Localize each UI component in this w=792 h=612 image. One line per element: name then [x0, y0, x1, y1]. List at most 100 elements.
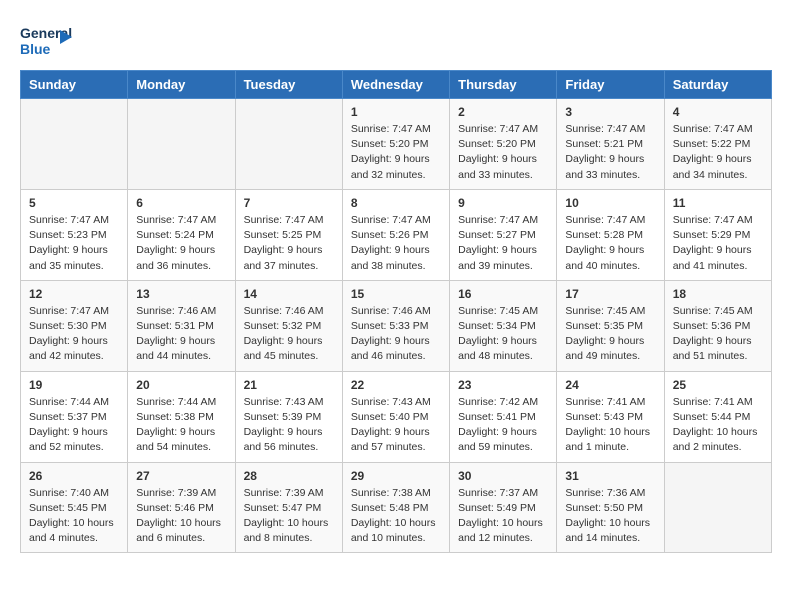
day-number: 10: [565, 196, 655, 210]
day-info: Sunrise: 7:40 AM Sunset: 5:45 PM Dayligh…: [29, 486, 119, 547]
weekday-tuesday: Tuesday: [235, 71, 342, 99]
day-number: 3: [565, 105, 655, 119]
day-info: Sunrise: 7:38 AM Sunset: 5:48 PM Dayligh…: [351, 486, 441, 547]
calendar-cell: 12 Sunrise: 7:47 AM Sunset: 5:30 PM Dayli…: [21, 280, 128, 371]
day-info: Sunrise: 7:45 AM Sunset: 5:35 PM Dayligh…: [565, 304, 655, 365]
day-number: 8: [351, 196, 441, 210]
calendar-cell: 1Sunrise: 7:47 AM Sunset: 5:20 PM Daylig…: [342, 99, 449, 190]
day-info: Sunrise: 7:37 AM Sunset: 5:49 PM Dayligh…: [458, 486, 548, 547]
day-info: Sunrise: 7:44 AM Sunset: 5:37 PM Dayligh…: [29, 395, 119, 456]
day-number: 13: [136, 287, 226, 301]
logo: GeneralBlue: [20, 20, 75, 60]
day-number: 21: [244, 378, 334, 392]
calendar-cell: 5Sunrise: 7:47 AM Sunset: 5:23 PM Daylig…: [21, 189, 128, 280]
day-info: Sunrise: 7:46 AM Sunset: 5:32 PM Dayligh…: [244, 304, 334, 365]
day-number: 14: [244, 287, 334, 301]
day-number: 7: [244, 196, 334, 210]
calendar-cell: 23 Sunrise: 7:42 AM Sunset: 5:41 PM Dayli…: [450, 371, 557, 462]
page-header: GeneralBlue: [20, 20, 772, 60]
day-info: Sunrise: 7:47 AM Sunset: 5:23 PM Dayligh…: [29, 213, 119, 274]
calendar-body: 1Sunrise: 7:47 AM Sunset: 5:20 PM Daylig…: [21, 99, 772, 553]
weekday-header-row: SundayMondayTuesdayWednesdayThursdayFrid…: [21, 71, 772, 99]
calendar-cell: 16 Sunrise: 7:45 AM Sunset: 5:34 PM Dayli…: [450, 280, 557, 371]
calendar-cell: 15Sunrise: 7:46 AM Sunset: 5:33 PM Dayli…: [342, 280, 449, 371]
logo-svg: GeneralBlue: [20, 20, 75, 60]
calendar-cell: 9 Sunrise: 7:47 AM Sunset: 5:27 PM Daylig…: [450, 189, 557, 280]
day-number: 20: [136, 378, 226, 392]
day-number: 25: [673, 378, 763, 392]
calendar-cell: 26 Sunrise: 7:40 AM Sunset: 5:45 PM Dayli…: [21, 462, 128, 553]
weekday-monday: Monday: [128, 71, 235, 99]
day-info: Sunrise: 7:46 AM Sunset: 5:33 PM Dayligh…: [351, 304, 441, 365]
day-info: Sunrise: 7:39 AM Sunset: 5:46 PM Dayligh…: [136, 486, 226, 547]
svg-text:Blue: Blue: [20, 41, 51, 57]
day-info: Sunrise: 7:47 AM Sunset: 5:20 PM Dayligh…: [351, 122, 441, 183]
day-info: Sunrise: 7:41 AM Sunset: 5:43 PM Dayligh…: [565, 395, 655, 456]
calendar-cell: 8 Sunrise: 7:47 AM Sunset: 5:26 PM Daylig…: [342, 189, 449, 280]
day-number: 4: [673, 105, 763, 119]
day-info: Sunrise: 7:43 AM Sunset: 5:40 PM Dayligh…: [351, 395, 441, 456]
day-info: Sunrise: 7:46 AM Sunset: 5:31 PM Dayligh…: [136, 304, 226, 365]
calendar-cell: 27 Sunrise: 7:39 AM Sunset: 5:46 PM Dayli…: [128, 462, 235, 553]
week-row-1: 1Sunrise: 7:47 AM Sunset: 5:20 PM Daylig…: [21, 99, 772, 190]
weekday-thursday: Thursday: [450, 71, 557, 99]
weekday-friday: Friday: [557, 71, 664, 99]
calendar-cell: [235, 99, 342, 190]
day-info: Sunrise: 7:47 AM Sunset: 5:27 PM Dayligh…: [458, 213, 548, 274]
calendar-cell: 4 Sunrise: 7:47 AM Sunset: 5:22 PM Daylig…: [664, 99, 771, 190]
calendar-cell: 14 Sunrise: 7:46 AM Sunset: 5:32 PM Dayli…: [235, 280, 342, 371]
weekday-wednesday: Wednesday: [342, 71, 449, 99]
calendar-cell: 2Sunrise: 7:47 AM Sunset: 5:20 PM Daylig…: [450, 99, 557, 190]
day-info: Sunrise: 7:45 AM Sunset: 5:34 PM Dayligh…: [458, 304, 548, 365]
calendar-cell: 17Sunrise: 7:45 AM Sunset: 5:35 PM Dayli…: [557, 280, 664, 371]
day-number: 22: [351, 378, 441, 392]
day-info: Sunrise: 7:42 AM Sunset: 5:41 PM Dayligh…: [458, 395, 548, 456]
calendar-cell: 3 Sunrise: 7:47 AM Sunset: 5:21 PM Daylig…: [557, 99, 664, 190]
calendar-cell: [21, 99, 128, 190]
day-info: Sunrise: 7:47 AM Sunset: 5:29 PM Dayligh…: [673, 213, 763, 274]
day-info: Sunrise: 7:47 AM Sunset: 5:26 PM Dayligh…: [351, 213, 441, 274]
day-number: 23: [458, 378, 548, 392]
day-info: Sunrise: 7:39 AM Sunset: 5:47 PM Dayligh…: [244, 486, 334, 547]
weekday-sunday: Sunday: [21, 71, 128, 99]
day-number: 27: [136, 469, 226, 483]
calendar-table: SundayMondayTuesdayWednesdayThursdayFrid…: [20, 70, 772, 553]
day-info: Sunrise: 7:47 AM Sunset: 5:24 PM Dayligh…: [136, 213, 226, 274]
day-number: 11: [673, 196, 763, 210]
calendar-cell: 25 Sunrise: 7:41 AM Sunset: 5:44 PM Dayli…: [664, 371, 771, 462]
week-row-5: 26 Sunrise: 7:40 AM Sunset: 5:45 PM Dayli…: [21, 462, 772, 553]
calendar-cell: 20 Sunrise: 7:44 AM Sunset: 5:38 PM Dayli…: [128, 371, 235, 462]
calendar-cell: 11 Sunrise: 7:47 AM Sunset: 5:29 PM Dayli…: [664, 189, 771, 280]
day-number: 26: [29, 469, 119, 483]
day-number: 31: [565, 469, 655, 483]
day-info: Sunrise: 7:47 AM Sunset: 5:30 PM Dayligh…: [29, 304, 119, 365]
day-number: 9: [458, 196, 548, 210]
week-row-4: 19Sunrise: 7:44 AM Sunset: 5:37 PM Dayli…: [21, 371, 772, 462]
calendar-cell: 29 Sunrise: 7:38 AM Sunset: 5:48 PM Dayli…: [342, 462, 449, 553]
day-info: Sunrise: 7:47 AM Sunset: 5:21 PM Dayligh…: [565, 122, 655, 183]
calendar-cell: 7Sunrise: 7:47 AM Sunset: 5:25 PM Daylig…: [235, 189, 342, 280]
day-info: Sunrise: 7:41 AM Sunset: 5:44 PM Dayligh…: [673, 395, 763, 456]
day-number: 6: [136, 196, 226, 210]
day-info: Sunrise: 7:44 AM Sunset: 5:38 PM Dayligh…: [136, 395, 226, 456]
week-row-2: 5Sunrise: 7:47 AM Sunset: 5:23 PM Daylig…: [21, 189, 772, 280]
day-info: Sunrise: 7:47 AM Sunset: 5:20 PM Dayligh…: [458, 122, 548, 183]
day-info: Sunrise: 7:47 AM Sunset: 5:22 PM Dayligh…: [673, 122, 763, 183]
calendar-cell: 19Sunrise: 7:44 AM Sunset: 5:37 PM Dayli…: [21, 371, 128, 462]
day-info: Sunrise: 7:43 AM Sunset: 5:39 PM Dayligh…: [244, 395, 334, 456]
weekday-saturday: Saturday: [664, 71, 771, 99]
calendar-cell: 30 Sunrise: 7:37 AM Sunset: 5:49 PM Dayli…: [450, 462, 557, 553]
day-number: 29: [351, 469, 441, 483]
day-number: 30: [458, 469, 548, 483]
calendar-cell: 22 Sunrise: 7:43 AM Sunset: 5:40 PM Dayli…: [342, 371, 449, 462]
day-number: 16: [458, 287, 548, 301]
day-info: Sunrise: 7:36 AM Sunset: 5:50 PM Dayligh…: [565, 486, 655, 547]
calendar-cell: 31 Sunrise: 7:36 AM Sunset: 5:50 PM Dayli…: [557, 462, 664, 553]
day-number: 12: [29, 287, 119, 301]
calendar-cell: 6 Sunrise: 7:47 AM Sunset: 5:24 PM Daylig…: [128, 189, 235, 280]
calendar-cell: 28Sunrise: 7:39 AM Sunset: 5:47 PM Dayli…: [235, 462, 342, 553]
calendar-cell: 24Sunrise: 7:41 AM Sunset: 5:43 PM Dayli…: [557, 371, 664, 462]
day-info: Sunrise: 7:47 AM Sunset: 5:28 PM Dayligh…: [565, 213, 655, 274]
day-info: Sunrise: 7:45 AM Sunset: 5:36 PM Dayligh…: [673, 304, 763, 365]
calendar-cell: [664, 462, 771, 553]
